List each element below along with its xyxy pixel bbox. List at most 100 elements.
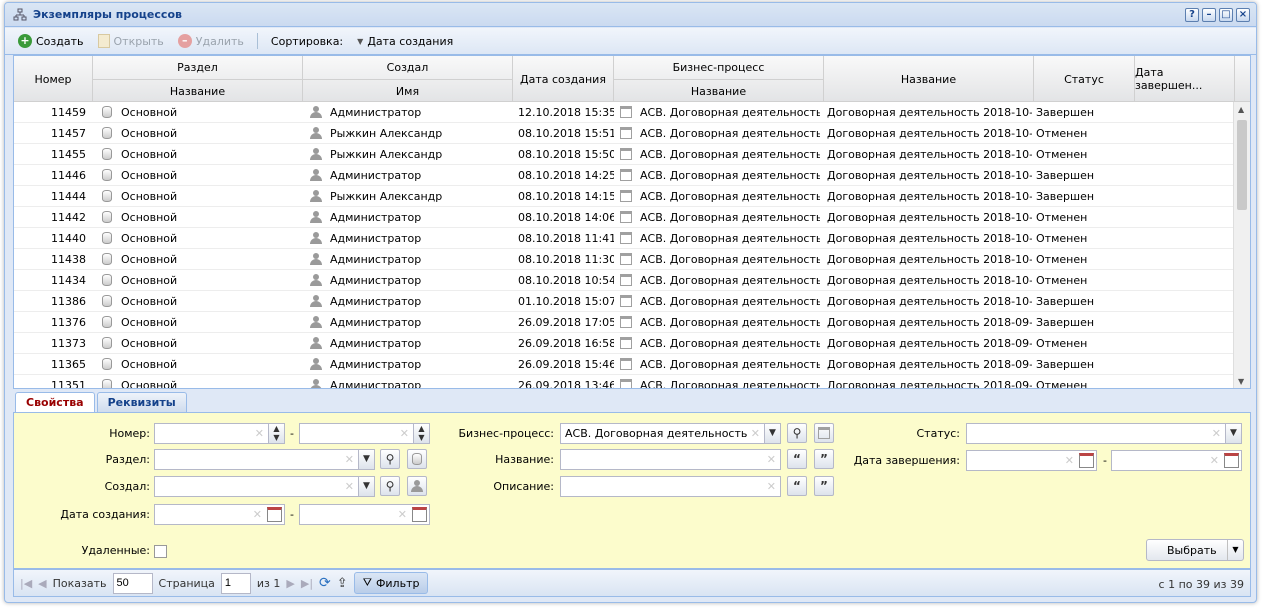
delete-button[interactable]: – Удалить <box>173 32 249 50</box>
created-to-input[interactable]: ✕ <box>299 504 430 525</box>
chevron-down-icon[interactable]: ▼ <box>1225 424 1241 443</box>
last-page-icon[interactable]: ▶| <box>301 577 313 590</box>
tab-attributes[interactable]: Реквизиты <box>96 392 187 412</box>
section-select[interactable]: ✕ ▼ <box>154 449 375 470</box>
table-row[interactable]: 11373 Основной Администратор 26.09.2018 16:… <box>14 333 1235 354</box>
table-row[interactable]: 11444 Основной Рыжкин Александр 08.10.2018 … <box>14 186 1235 207</box>
grid-scrollbar[interactable]: ▲ ▼ <box>1233 102 1250 388</box>
clear-icon[interactable]: ✕ <box>751 427 760 440</box>
name-input[interactable]: ✕ <box>560 449 781 470</box>
page-input[interactable] <box>220 572 251 594</box>
col-bp-name-header[interactable]: Название <box>614 79 824 102</box>
table-row[interactable]: 11459 Основной Администратор 12.10.2018 15:… <box>14 102 1235 123</box>
clear-icon[interactable]: ✕ <box>400 427 409 440</box>
tab-properties[interactable]: Свойства <box>15 392 95 412</box>
description-input[interactable]: ✕ <box>560 476 781 497</box>
table-row[interactable]: 11446 Основной Администратор 08.10.2018 14:… <box>14 165 1235 186</box>
sort-button[interactable]: ▼ Дата создания <box>352 33 458 50</box>
clear-icon[interactable]: ✕ <box>253 508 262 521</box>
bp-search-button[interactable]: ⚲ <box>787 423 807 443</box>
clear-icon[interactable]: ✕ <box>1065 454 1074 467</box>
page-size-input[interactable] <box>112 572 153 594</box>
chevron-down-icon[interactable]: ▼ <box>358 477 374 496</box>
scroll-down-icon[interactable]: ▼ <box>1238 377 1244 386</box>
status-select[interactable]: ✕ ▼ <box>966 423 1242 444</box>
prev-page-icon[interactable]: ◀ <box>38 577 46 590</box>
clear-icon[interactable]: ✕ <box>1210 454 1219 467</box>
bp-select[interactable]: АСВ. Договорная деятельность ✕ ▼ <box>560 423 781 444</box>
table-row[interactable]: 11440 Основной Администратор 08.10.2018 11:… <box>14 228 1235 249</box>
help-button[interactable]: ? <box>1185 8 1199 22</box>
scroll-up-icon[interactable]: ▲ <box>1238 105 1244 114</box>
table-row[interactable]: 11376 Основной Администратор 26.09.2018 17:… <box>14 312 1235 333</box>
cell-creator-text: Администратор <box>330 358 422 371</box>
calendar-icon[interactable] <box>412 507 427 522</box>
table-row[interactable]: 11442 Основной Администратор 08.10.2018 14:… <box>14 207 1235 228</box>
description-quote-close-button[interactable]: ” <box>814 476 834 496</box>
calendar-icon[interactable] <box>1079 453 1094 468</box>
finished-to-input[interactable]: ✕ <box>1111 450 1242 471</box>
next-page-icon[interactable]: ▶ <box>286 577 294 590</box>
bp-tree-button[interactable] <box>814 423 834 443</box>
create-button[interactable]: + Создать <box>13 32 89 50</box>
table-row[interactable]: 11351 Основной Администратор 26.09.2018 13:… <box>14 375 1235 388</box>
table-row[interactable]: 11457 Основной Рыжкин Александр 08.10.2018 … <box>14 123 1235 144</box>
filter-button[interactable]: ⛛ Фильтр <box>353 572 429 594</box>
refresh-icon[interactable]: ⟳ <box>319 575 331 591</box>
created-from-input[interactable]: ✕ <box>154 504 285 525</box>
minimize-button[interactable]: – <box>1202 8 1216 22</box>
table-row[interactable]: 11365 Основной Администратор 26.09.2018 15:… <box>14 354 1235 375</box>
col-name-header[interactable]: Название <box>824 56 1034 102</box>
chevron-down-icon[interactable]: ▼ <box>764 424 780 443</box>
col-section-name-header[interactable]: Название <box>93 79 303 102</box>
chevron-down-icon[interactable]: ▼ <box>358 450 374 469</box>
clear-icon[interactable]: ✕ <box>767 453 776 466</box>
cell-created: 08.10.2018 11:30 <box>518 249 614 270</box>
database-icon <box>102 169 112 181</box>
section-db-button[interactable] <box>407 449 427 469</box>
finished-from-input[interactable]: ✕ <box>966 450 1097 471</box>
open-icon <box>97 34 110 48</box>
window-titlebar[interactable]: Экземпляры процессов ? – □ × <box>5 3 1256 27</box>
table-row[interactable]: 11455 Основной Рыжкин Александр 08.10.2018 … <box>14 144 1235 165</box>
col-finished-header[interactable]: Дата завершен... <box>1135 56 1235 102</box>
name-quote-close-button[interactable]: ” <box>814 449 834 469</box>
spinner-icon[interactable]: ▲ ▼ <box>413 424 429 443</box>
col-number-header[interactable]: Номер <box>14 56 93 102</box>
clear-icon[interactable]: ✕ <box>1212 427 1221 440</box>
clear-icon[interactable]: ✕ <box>255 427 264 440</box>
number-from-input[interactable]: ✕ ▲ ▼ <box>154 423 285 444</box>
col-status-header[interactable]: Статус <box>1034 56 1135 102</box>
description-quote-open-button[interactable]: “ <box>787 476 807 496</box>
range-dash: - <box>290 427 294 440</box>
choose-button[interactable]: Выбрать ▼ <box>1146 539 1244 561</box>
calendar-icon[interactable] <box>267 507 282 522</box>
chevron-down-icon[interactable]: ▼ <box>1227 540 1243 560</box>
export-icon[interactable]: ⇪ <box>337 576 348 591</box>
clear-icon[interactable]: ✕ <box>345 480 354 493</box>
scroll-thumb[interactable] <box>1237 120 1247 210</box>
maximize-button[interactable]: □ <box>1219 8 1233 22</box>
cell-bp-text: АСВ. Договорная деятельность <box>640 190 820 203</box>
section-search-button[interactable]: ⚲ <box>380 449 400 469</box>
clear-icon[interactable]: ✕ <box>398 508 407 521</box>
number-to-input[interactable]: ✕ ▲ ▼ <box>299 423 430 444</box>
clear-icon[interactable]: ✕ <box>345 453 354 466</box>
table-row[interactable]: 11434 Основной Администратор 08.10.2018 10:… <box>14 270 1235 291</box>
table-row[interactable]: 11386 Основной Администратор 01.10.2018 15:… <box>14 291 1235 312</box>
calendar-icon[interactable] <box>1224 453 1239 468</box>
creator-search-button[interactable]: ⚲ <box>380 476 400 496</box>
clear-icon[interactable]: ✕ <box>767 480 776 493</box>
name-quote-open-button[interactable]: “ <box>787 449 807 469</box>
col-creator-name-header[interactable]: Имя <box>303 79 513 102</box>
deleted-checkbox[interactable] <box>154 545 167 558</box>
creator-select[interactable]: ✕ ▼ <box>154 476 375 497</box>
creator-user-button[interactable] <box>407 476 427 496</box>
col-created-header[interactable]: Дата создания <box>513 56 614 102</box>
first-page-icon[interactable]: |◀ <box>20 577 32 590</box>
table-row[interactable]: 11438 Основной Администратор 08.10.2018 11:… <box>14 249 1235 270</box>
open-button[interactable]: Открыть <box>93 32 169 50</box>
spinner-icon[interactable]: ▲ ▼ <box>268 424 284 443</box>
cell-status-text: Отменен <box>1036 232 1088 245</box>
close-button[interactable]: × <box>1236 8 1250 22</box>
